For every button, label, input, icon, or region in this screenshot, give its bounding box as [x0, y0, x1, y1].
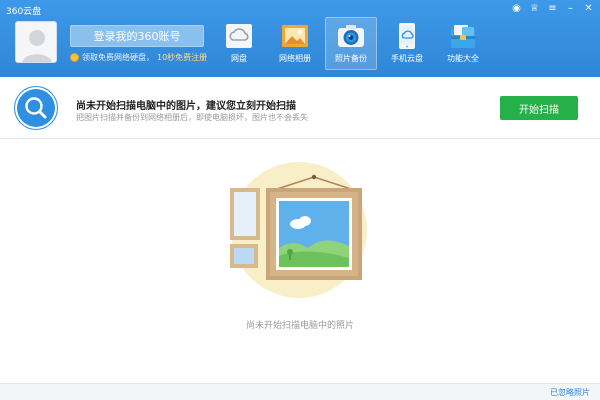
- shirt-icon[interactable]: ♕: [527, 2, 542, 15]
- login-button[interactable]: 登录我的360账号: [70, 25, 204, 47]
- phone-cloud-icon: [399, 23, 415, 49]
- minimize-icon[interactable]: –: [563, 2, 578, 15]
- app-title: 360云盘: [6, 7, 42, 17]
- register-promo[interactable]: 领取免费网络硬盘， 10秒免费注册: [70, 52, 207, 63]
- nav-item-phone-cloud[interactable]: 手机云盘: [381, 17, 433, 70]
- menu-icon[interactable]: ≡: [545, 2, 560, 15]
- search-icon: [14, 86, 58, 130]
- cloud-drive-icon: [226, 24, 252, 48]
- coin-icon: [70, 53, 79, 62]
- empty-state-text: 尚未开始扫描电脑中的照片: [245, 321, 354, 331]
- nav-item-cloud-drive[interactable]: 网盘: [213, 17, 265, 70]
- ignored-photos-link[interactable]: 已忽略照片: [550, 387, 590, 398]
- avatar[interactable]: [15, 21, 57, 63]
- status-bar: 已忽略照片: [0, 383, 600, 400]
- scan-prompt-banner: 尚未开始扫描电脑中的图片，建议您立刻开始扫描 把图片扫描并备份到网络相册后，即使…: [0, 77, 600, 139]
- photo-album-icon: [282, 25, 308, 47]
- header-bar: 360云盘 ◉ ♕ ≡ – ✕ 登录我的360账号 领取免费网络硬盘， 10秒免…: [0, 0, 600, 77]
- close-icon[interactable]: ✕: [581, 2, 596, 15]
- banner-subtitle: 把图片扫描并备份到网络相册后，即使电脑损坏，图片也不会丢失: [76, 113, 308, 122]
- window-controls: ◉ ♕ ≡ – ✕: [509, 2, 596, 15]
- banner-title: 尚未开始扫描电脑中的图片，建议您立刻开始扫描: [76, 101, 296, 112]
- register-link[interactable]: 10秒免费注册: [157, 52, 207, 63]
- start-scan-button[interactable]: 开始扫描: [500, 96, 578, 120]
- nav-item-toolbox[interactable]: 功能大全: [437, 17, 489, 70]
- main-nav: 网盘 网络相册 照片备份 手机云盘 功能大全: [213, 17, 493, 70]
- user-silhouette-icon: [16, 22, 56, 62]
- picture-frame-illustration: [230, 162, 367, 298]
- skin-icon[interactable]: ◉: [509, 2, 524, 15]
- promo-text: 领取免费网络硬盘，: [82, 53, 154, 62]
- nav-item-photo-backup[interactable]: 照片备份: [325, 17, 377, 70]
- camera-icon: [338, 25, 364, 47]
- nav-item-photo-album[interactable]: 网络相册: [269, 17, 321, 70]
- toolbox-icon: [451, 25, 475, 48]
